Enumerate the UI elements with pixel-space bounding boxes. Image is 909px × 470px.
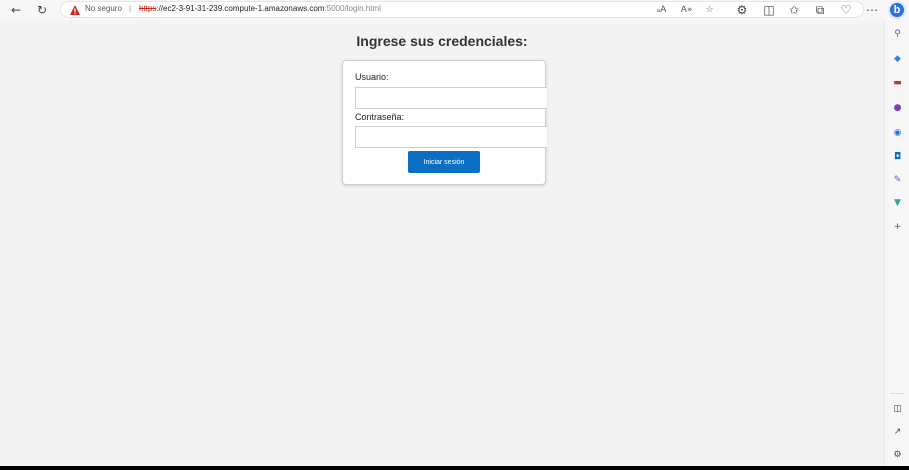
login-form: Usuario: Contraseña: Iniciar sesión [342, 60, 547, 185]
edge-sidebar: ⚲ ◆ ▬ ● ◉ ◘ ✎ ▼ + ◫ ↗ ⚙ [884, 20, 909, 466]
url-text[interactable]: https://ec2-3-91-31-239.compute-1.amazon… [139, 4, 381, 13]
people-icon[interactable]: ● [891, 101, 904, 114]
address-separator: | [129, 4, 132, 13]
drop-icon[interactable]: ▼ [891, 196, 904, 209]
microsoft-365-icon[interactable]: ◉ [891, 126, 904, 139]
login-button[interactable]: Iniciar sesión [408, 151, 480, 173]
tools-briefcase-icon[interactable]: ▬ [891, 76, 904, 89]
url-scheme: https [139, 4, 157, 13]
shopping-tag-icon[interactable]: ◆ [891, 52, 904, 65]
collections-icon[interactable]: ⧉ [812, 2, 828, 18]
browser-essentials-icon[interactable]: ♡ [838, 2, 854, 18]
username-label: Usuario: [355, 72, 389, 82]
more-options-icon[interactable]: ⋯ [864, 2, 880, 18]
favorites-icon[interactable]: ✩ [786, 2, 802, 18]
external-link-icon[interactable]: ↗ [891, 425, 904, 438]
star-icon[interactable]: ☆ [703, 3, 716, 16]
password-label: Contraseña: [355, 112, 405, 122]
url-host: ://ec2-3-91-31-239.compute-1.amazonaws.c… [156, 4, 325, 13]
browser-window: ← ↻ No seguro | https://ec2-3-91-31-239.… [0, 0, 909, 466]
page-content: Ingrese sus credenciales: Usuario: Contr… [0, 20, 884, 466]
add-icon[interactable]: + [891, 220, 904, 233]
hide-sidebar-icon[interactable]: ◫ [891, 402, 904, 415]
sidebar-divider [890, 393, 905, 394]
username-input[interactable] [355, 87, 547, 109]
security-status[interactable]: No seguro [85, 4, 122, 13]
url-path: :5000/login.html [324, 4, 381, 13]
refresh-icon[interactable]: ↻ [34, 2, 50, 18]
translate-icon[interactable]: ₐA [655, 3, 668, 16]
warning-icon[interactable] [69, 4, 81, 16]
settings-gear-icon[interactable]: ⚙ [891, 448, 904, 461]
page-title: Ingrese sus credenciales: [356, 33, 528, 49]
password-input[interactable] [355, 126, 547, 148]
back-arrow-icon[interactable]: ← [8, 2, 24, 18]
browser-toolbar: ← ↻ No seguro | https://ec2-3-91-31-239.… [0, 0, 909, 20]
outlook-icon[interactable]: ◘ [891, 150, 904, 163]
split-screen-icon[interactable]: ◫ [761, 2, 777, 18]
bing-icon[interactable]: b [888, 1, 906, 19]
designer-icon[interactable]: ✎ [891, 173, 904, 186]
read-aloud-icon[interactable]: A» [680, 3, 693, 16]
search-icon[interactable]: ⚲ [891, 27, 904, 40]
extensions-icon[interactable]: ⚙ [734, 2, 750, 18]
